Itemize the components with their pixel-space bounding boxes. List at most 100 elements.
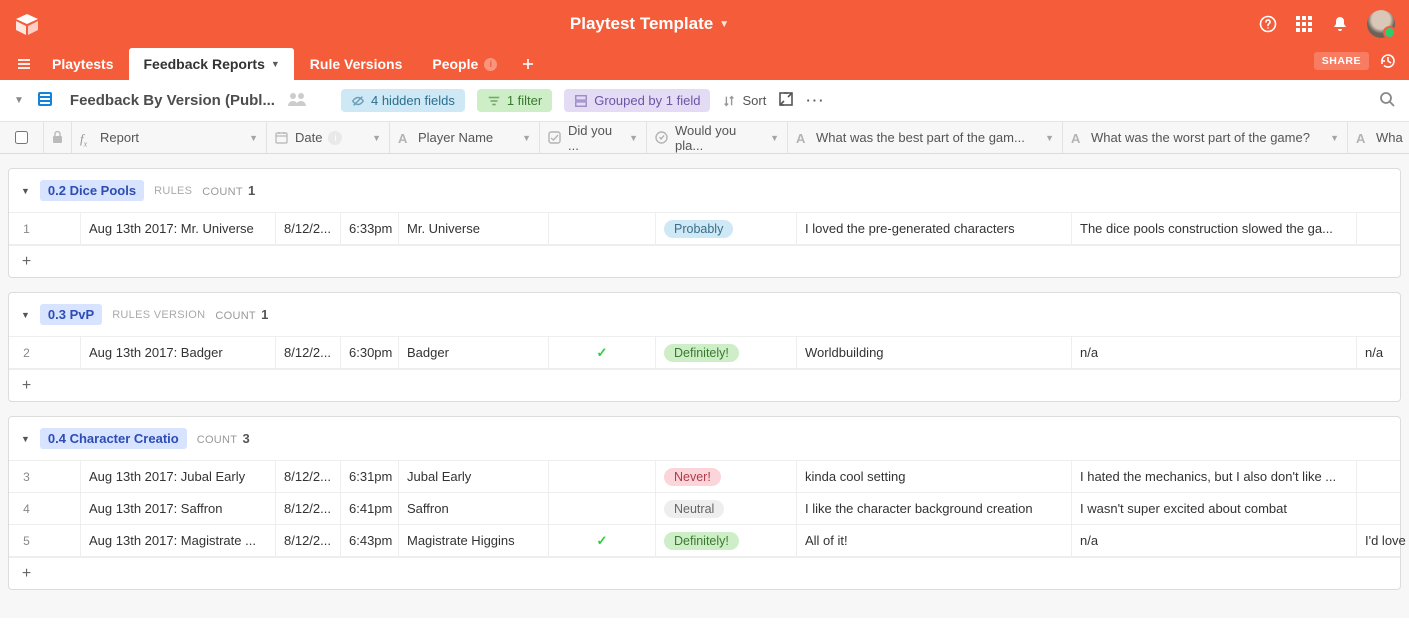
row-expand[interactable] [44,461,81,492]
chevron-down-icon[interactable]: ▼ [629,133,638,143]
cell-time[interactable]: 6:41pm [341,493,399,524]
add-table-button[interactable] [513,48,543,80]
cell-did[interactable] [549,461,656,492]
group-header[interactable]: ▼0.2 Dice PoolsRULESCOUNT 1 [9,169,1400,213]
collaborators-icon[interactable] [287,91,307,110]
tab-rule-versions[interactable]: Rule Versions [296,48,417,80]
cell-report[interactable]: Aug 13th 2017: Magistrate ... [81,525,276,556]
table-row[interactable]: 1Aug 13th 2017: Mr. Universe8/12/2...6:3… [9,213,1400,245]
col-date[interactable]: Date i ▼ [267,122,390,153]
collapse-icon[interactable]: ▼ [21,186,30,196]
tab-people[interactable]: People i [418,48,511,80]
chevron-down-icon[interactable]: ▼ [770,133,779,143]
apps-icon[interactable] [1295,15,1313,33]
hidden-fields-button[interactable]: 4 hidden fields [341,89,465,112]
cell-time[interactable]: 6:31pm [341,461,399,492]
cell-date[interactable]: 8/12/2... [276,525,341,556]
history-icon[interactable] [1379,52,1397,70]
cell-did[interactable] [549,213,656,244]
row-expand[interactable] [44,213,81,244]
cell-would[interactable]: Never! [656,461,797,492]
filter-button[interactable]: 1 filter [477,89,552,112]
cell-extra[interactable] [1357,461,1409,492]
row-expand[interactable] [44,525,81,556]
cell-best[interactable]: Worldbuilding [797,337,1072,368]
col-would-you-play[interactable]: Would you pla... ▼ [647,122,788,153]
cell-best[interactable]: I like the character background creation [797,493,1072,524]
plus-icon[interactable]: + [9,253,44,271]
bell-icon[interactable] [1331,15,1349,33]
cell-did[interactable]: ✓ [549,525,656,556]
cell-report[interactable]: Aug 13th 2017: Badger [81,337,276,368]
cell-would[interactable]: Definitely! [656,337,797,368]
cell-time[interactable]: 6:43pm [341,525,399,556]
tab-playtests[interactable]: Playtests [38,48,127,80]
help-icon[interactable] [1259,15,1277,33]
cell-date[interactable]: 8/12/2... [276,461,341,492]
cell-did[interactable] [549,493,656,524]
chevron-down-icon[interactable]: ▼ [1045,133,1054,143]
cell-player[interactable]: Mr. Universe [399,213,549,244]
share-button[interactable]: SHARE [1314,52,1369,70]
add-row[interactable]: + [9,245,1400,277]
cell-date[interactable]: 8/12/2... [276,337,341,368]
cell-would[interactable]: Neutral [656,493,797,524]
cell-best[interactable]: I loved the pre-generated characters [797,213,1072,244]
cell-report[interactable]: Aug 13th 2017: Saffron [81,493,276,524]
add-row[interactable]: + [9,557,1400,589]
plus-icon[interactable]: + [9,565,44,583]
cell-worst[interactable]: I wasn't super excited about combat [1072,493,1357,524]
logo-icon[interactable] [14,11,40,37]
cell-report[interactable]: Aug 13th 2017: Jubal Early [81,461,276,492]
cell-date[interactable]: 8/12/2... [276,213,341,244]
cell-date[interactable]: 8/12/2... [276,493,341,524]
cell-did[interactable]: ✓ [549,337,656,368]
chevron-down-icon[interactable]: ▼ [522,133,531,143]
col-extra[interactable]: A Wha [1348,122,1409,153]
cell-player[interactable]: Magistrate Higgins [399,525,549,556]
row-expand[interactable] [44,337,81,368]
row-expand[interactable] [44,493,81,524]
col-best-part[interactable]: A What was the best part of the gam... ▼ [788,122,1063,153]
menu-icon[interactable] [10,48,38,80]
cell-player[interactable]: Jubal Early [399,461,549,492]
expand-icon[interactable] [778,91,794,110]
group-button[interactable]: Grouped by 1 field [564,89,710,112]
cell-extra[interactable] [1357,493,1409,524]
table-row[interactable]: 4Aug 13th 2017: Saffron8/12/2...6:41pmSa… [9,493,1400,525]
table-row[interactable]: 5Aug 13th 2017: Magistrate ...8/12/2...6… [9,525,1400,557]
collapse-icon[interactable]: ▼ [21,434,30,444]
select-all-checkbox[interactable] [0,122,44,153]
cell-extra[interactable]: I'd love [1357,525,1409,556]
add-row[interactable]: + [9,369,1400,401]
cell-would[interactable]: Probably [656,213,797,244]
group-header[interactable]: ▼0.4 Character CreatioCOUNT 3 [9,417,1400,461]
cell-player[interactable]: Badger [399,337,549,368]
cell-best[interactable]: All of it! [797,525,1072,556]
views-menu-icon[interactable]: ▼ [14,95,24,106]
cell-worst[interactable]: I hated the mechanics, but I also don't … [1072,461,1357,492]
sort-button[interactable]: Sort [722,93,766,108]
cell-worst[interactable]: The dice pools construction slowed the g… [1072,213,1357,244]
cell-best[interactable]: kinda cool setting [797,461,1072,492]
cell-extra[interactable] [1357,213,1409,244]
cell-time[interactable]: 6:30pm [341,337,399,368]
search-icon[interactable] [1379,91,1395,110]
cell-extra[interactable]: n/a [1357,337,1409,368]
col-did-you[interactable]: Did you ... ▼ [540,122,647,153]
avatar[interactable] [1367,10,1395,38]
plus-icon[interactable]: + [9,377,44,395]
view-name[interactable]: Feedback By Version (Publ... [70,92,275,109]
chevron-down-icon[interactable]: ▼ [249,133,258,143]
chevron-down-icon[interactable]: ▼ [372,133,381,143]
cell-worst[interactable]: n/a [1072,337,1357,368]
cell-report[interactable]: Aug 13th 2017: Mr. Universe [81,213,276,244]
table-row[interactable]: 2Aug 13th 2017: Badger8/12/2...6:30pmBad… [9,337,1400,369]
col-report[interactable]: fx Report ▼ [72,122,267,153]
more-icon[interactable]: ··· [806,93,825,108]
table-row[interactable]: 3Aug 13th 2017: Jubal Early8/12/2...6:31… [9,461,1400,493]
chevron-down-icon[interactable]: ▼ [1330,133,1339,143]
cell-worst[interactable]: n/a [1072,525,1357,556]
tab-feedback-reports[interactable]: Feedback Reports ▼ [129,48,293,80]
group-header[interactable]: ▼0.3 PvPRULES VERSIONCOUNT 1 [9,293,1400,337]
